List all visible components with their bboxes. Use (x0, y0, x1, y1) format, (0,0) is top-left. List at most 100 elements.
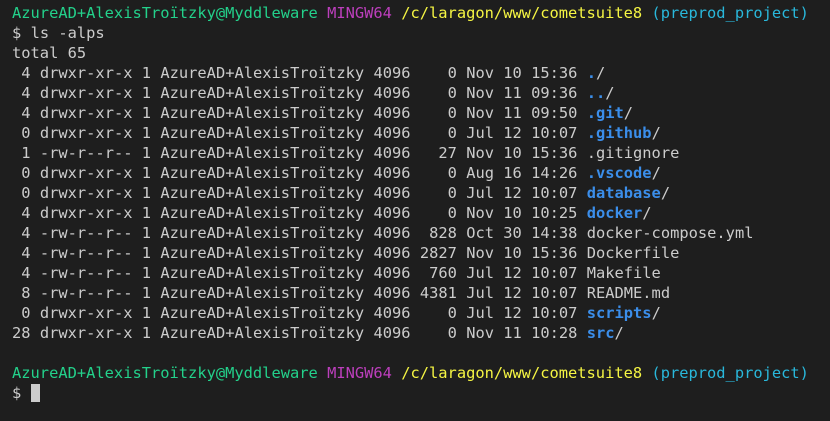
listing-size: 4381 (419, 284, 457, 302)
listing-suffix: / (651, 164, 661, 182)
listing-blocks: 1 (12, 144, 31, 162)
listing-date: Nov 11 09:50 (466, 104, 578, 122)
listing-date: Aug 16 14:26 (466, 164, 578, 182)
listing-permissions: drwxr-xr-x (39, 164, 133, 182)
listing-dir-name: .github (586, 124, 652, 142)
prompt-line: AzureAD+AlexisTroïtzky@Myddleware MINGW6… (12, 3, 830, 23)
listing-dir-name: . (586, 64, 596, 82)
listing-date: Jul 12 10:07 (466, 184, 578, 202)
prompt-branch: (preprod_project) (651, 364, 809, 382)
listing-row: 0 drwxr-xr-x 1 AzureAD+AlexisTroïtzky 40… (12, 123, 830, 143)
listing-blocks: 4 (12, 64, 31, 82)
listing-blocks: 4 (12, 244, 31, 262)
listing-suffix: / (605, 84, 615, 102)
listing-dir-name: .. (586, 84, 606, 102)
listing-permissions: drwxr-xr-x (39, 304, 133, 322)
listing-group: 4096 (373, 124, 411, 142)
listing-owner: AzureAD+AlexisTroïtzky (160, 264, 365, 282)
listing-size: 0 (419, 64, 457, 82)
listing-links: 1 (141, 164, 152, 182)
listing-row: 4 drwxr-xr-x 1 AzureAD+AlexisTroïtzky 40… (12, 103, 830, 123)
listing-links: 1 (141, 184, 152, 202)
listing-owner: AzureAD+AlexisTroïtzky (160, 64, 365, 82)
listing-group: 4096 (373, 64, 411, 82)
prompt-path: /c/laragon/www/cometsuite8 (401, 4, 643, 22)
listing-row: 0 drwxr-xr-x 1 AzureAD+AlexisTroïtzky 40… (12, 183, 830, 203)
listing-links: 1 (141, 284, 152, 302)
listing-date: Jul 12 10:07 (466, 284, 578, 302)
command-line: $ ls -alps (12, 23, 830, 43)
listing-group: 4096 (373, 144, 411, 162)
listing-size: 0 (419, 124, 457, 142)
listing-row: 1 -rw-r--r-- 1 AzureAD+AlexisTroïtzky 40… (12, 143, 830, 163)
listing-owner: AzureAD+AlexisTroïtzky (160, 284, 365, 302)
listing-dir-name: scripts (586, 304, 652, 322)
prompt-symbol: $ (12, 24, 22, 42)
listing-row: 4 -rw-r--r-- 1 AzureAD+AlexisTroïtzky 40… (12, 223, 830, 243)
listing-links: 1 (141, 324, 152, 342)
listing-links: 1 (141, 64, 152, 82)
listing-blocks: 28 (12, 324, 31, 342)
listing-group: 4096 (373, 304, 411, 322)
listing-blocks: 4 (12, 204, 31, 222)
listing-size: 2827 (419, 244, 457, 262)
listing-blocks: 0 (12, 304, 31, 322)
listing-size: 0 (419, 324, 457, 342)
listing-date: Jul 12 10:07 (466, 124, 578, 142)
listing-suffix: / (651, 304, 661, 322)
prompt-user-host: AzureAD+AlexisTroïtzky@Myddleware (12, 4, 318, 22)
listing-date: Nov 11 10:28 (466, 324, 578, 342)
file-listing: 4 drwxr-xr-x 1 AzureAD+AlexisTroïtzky 40… (12, 63, 830, 343)
listing-suffix: / (595, 64, 606, 82)
listing-owner: AzureAD+AlexisTroïtzky (160, 244, 365, 262)
listing-blocks: 4 (12, 264, 31, 282)
listing-owner: AzureAD+AlexisTroïtzky (160, 204, 365, 222)
listing-links: 1 (141, 244, 152, 262)
listing-dir-name: database (586, 184, 661, 202)
listing-date: Nov 10 10:25 (466, 204, 578, 222)
listing-blocks: 4 (12, 224, 31, 242)
text-cursor[interactable] (30, 384, 40, 402)
listing-row: 8 -rw-r--r-- 1 AzureAD+AlexisTroïtzky 40… (12, 283, 830, 303)
listing-dir-name: .vscode (586, 164, 652, 182)
prompt-shell: MINGW64 (327, 364, 392, 382)
listing-owner: AzureAD+AlexisTroïtzky (160, 324, 365, 342)
listing-links: 1 (141, 304, 152, 322)
listing-group: 4096 (373, 104, 411, 122)
listing-file-name: docker-compose.yml (586, 224, 754, 242)
listing-size: 0 (419, 104, 457, 122)
listing-owner: AzureAD+AlexisTroïtzky (160, 184, 365, 202)
total-text: total 65 (12, 44, 87, 62)
listing-links: 1 (141, 144, 152, 162)
listing-size: 0 (419, 84, 457, 102)
listing-size: 828 (419, 224, 457, 242)
listing-suffix: / (614, 324, 624, 342)
input-line[interactable]: $ (12, 383, 830, 403)
listing-owner: AzureAD+AlexisTroïtzky (160, 304, 365, 322)
listing-permissions: drwxr-xr-x (39, 324, 133, 342)
listing-file-name: Dockerfile (586, 244, 680, 262)
prompt-path: /c/laragon/www/cometsuite8 (401, 364, 643, 382)
listing-owner: AzureAD+AlexisTroïtzky (160, 164, 365, 182)
total-line: total 65 (12, 43, 830, 63)
listing-blocks: 0 (12, 184, 31, 202)
listing-owner: AzureAD+AlexisTroïtzky (160, 224, 365, 242)
terminal-window[interactable]: AzureAD+AlexisTroïtzky@Myddleware MINGW6… (0, 0, 830, 421)
listing-permissions: drwxr-xr-x (39, 104, 133, 122)
listing-blocks: 8 (12, 284, 31, 302)
listing-row: 4 drwxr-xr-x 1 AzureAD+AlexisTroïtzky 40… (12, 203, 830, 223)
listing-links: 1 (141, 264, 152, 282)
listing-size: 760 (419, 264, 457, 282)
prompt-line-current: AzureAD+AlexisTroïtzky@Myddleware MINGW6… (12, 363, 830, 383)
listing-size: 0 (419, 164, 457, 182)
listing-permissions: drwxr-xr-x (39, 124, 133, 142)
listing-blocks: 4 (12, 104, 31, 122)
listing-date: Nov 10 15:36 (466, 144, 578, 162)
listing-group: 4096 (373, 284, 411, 302)
listing-permissions: -rw-r--r-- (39, 224, 133, 242)
listing-row: 0 drwxr-xr-x 1 AzureAD+AlexisTroïtzky 40… (12, 163, 830, 183)
listing-permissions: drwxr-xr-x (39, 204, 133, 222)
listing-links: 1 (141, 224, 152, 242)
listing-links: 1 (141, 124, 152, 142)
